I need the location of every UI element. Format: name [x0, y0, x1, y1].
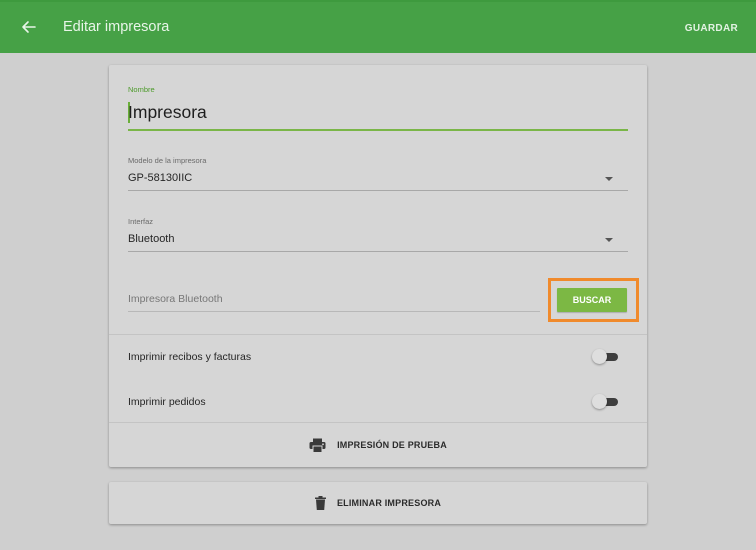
- interface-label: Interfaz: [128, 217, 154, 226]
- bluetooth-printer-placeholder: Impresora Bluetooth: [128, 293, 223, 305]
- save-button[interactable]: GUARDAR: [685, 23, 738, 34]
- model-value: GP-58130IIC: [128, 172, 193, 184]
- orders-toggle[interactable]: [592, 394, 620, 409]
- back-button[interactable]: [14, 12, 44, 42]
- search-button[interactable]: BUSCAR: [557, 288, 627, 312]
- delete-printer-card: ELIMINAR IMPRESORA: [109, 482, 647, 524]
- printer-settings-card: Nombre Impresora Modelo de la impresora …: [109, 65, 647, 467]
- delete-printer-button[interactable]: ELIMINAR IMPRESORA: [109, 482, 647, 524]
- app-bar: Editar impresora GUARDAR: [0, 0, 756, 53]
- trash-icon: [314, 496, 326, 510]
- model-label: Modelo de la impresora: [128, 156, 207, 165]
- interface-value: Bluetooth: [128, 233, 175, 245]
- interface-select[interactable]: Interfaz Bluetooth: [128, 205, 628, 255]
- model-underline: [128, 190, 628, 191]
- divider: [109, 334, 647, 335]
- test-print-label: IMPRESIÓN DE PRUEBA: [337, 440, 447, 450]
- bluetooth-underline: [128, 311, 540, 312]
- search-button-highlight: BUSCAR: [548, 278, 639, 322]
- receipts-toggle[interactable]: [592, 349, 620, 364]
- receipts-toggle-label: Imprimir recibos y facturas: [128, 351, 252, 363]
- bluetooth-printer-input[interactable]: Impresora Bluetooth: [128, 280, 540, 315]
- page-title: Editar impresora: [63, 19, 170, 35]
- chevron-down-icon: [605, 238, 613, 242]
- chevron-down-icon: [605, 177, 613, 181]
- test-print-button[interactable]: IMPRESIÓN DE PRUEBA: [109, 423, 647, 467]
- model-select[interactable]: Modelo de la impresora GP-58130IIC: [128, 65, 628, 195]
- toggle-thumb: [592, 394, 607, 409]
- toggle-thumb: [592, 349, 607, 364]
- interface-underline: [128, 251, 628, 252]
- orders-toggle-label: Imprimir pedidos: [128, 396, 206, 408]
- printer-icon: [309, 438, 326, 453]
- arrow-left-icon: [22, 21, 36, 33]
- delete-printer-label: ELIMINAR IMPRESORA: [336, 498, 442, 508]
